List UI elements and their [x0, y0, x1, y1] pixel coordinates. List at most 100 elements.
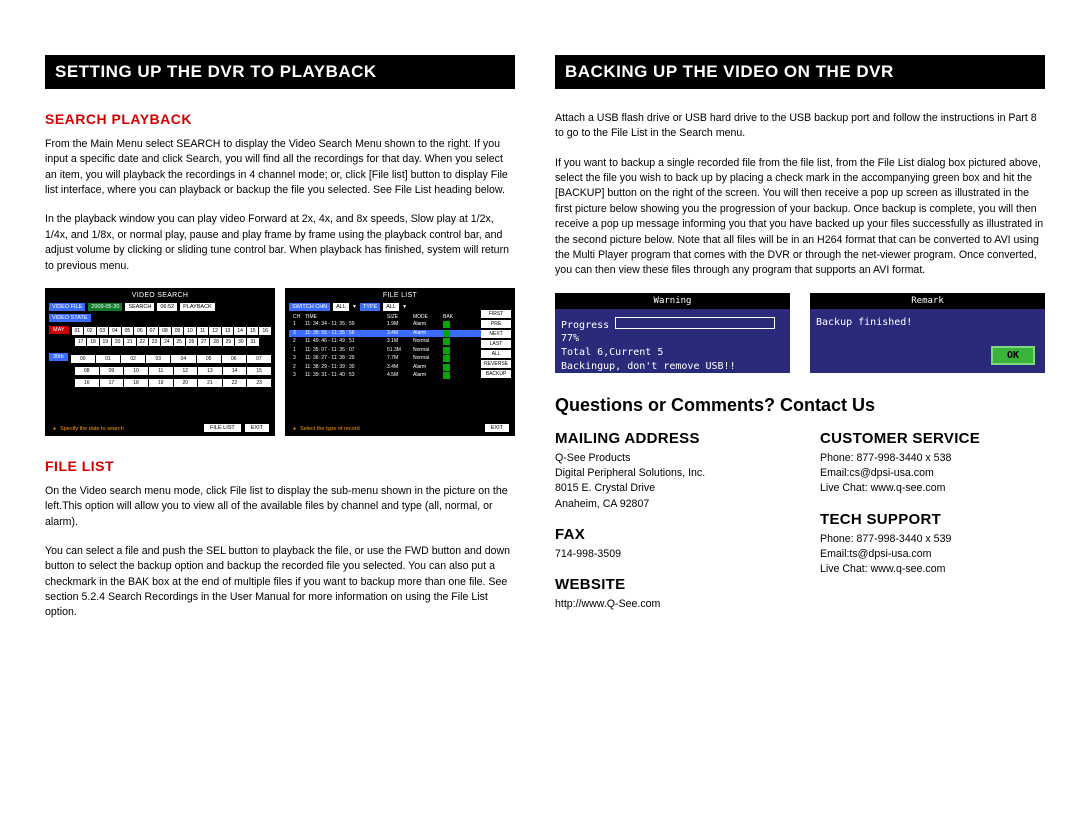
heading-website: WEBSITE	[555, 576, 780, 593]
month-label: MAY	[49, 326, 69, 334]
calendar-cell[interactable]: 10	[184, 327, 196, 335]
file-list-row[interactable]: 311: 39: 31 - 11: 40 : 534.5MAlarm	[289, 372, 511, 379]
side-button[interactable]: LAST	[481, 340, 511, 348]
calendar-cell[interactable]: 16	[259, 327, 271, 335]
bak-checkbox[interactable]	[443, 321, 450, 328]
file-list-button[interactable]: FILE LIST	[204, 424, 241, 432]
file-list-exit-button[interactable]: EXIT	[485, 424, 509, 432]
calendar-cell[interactable]: 22	[223, 379, 247, 387]
calendar-cell[interactable]: 19	[100, 338, 111, 346]
calendar-cell[interactable]: 26	[186, 338, 197, 346]
calendar-cell[interactable]: 14	[234, 327, 246, 335]
backup-finished-msg: Backup finished!	[816, 317, 1039, 328]
calendar-cell[interactable]: 19	[149, 379, 173, 387]
video-search-hint: Specify the date to search	[53, 426, 124, 432]
backup-paragraph-2: If you want to backup a single recorded …	[555, 156, 1045, 279]
calendar-cell[interactable]: 02	[121, 355, 145, 363]
file-list-row[interactable]: 311: 36: 27 - 11: 38 : 297.7MNormal	[289, 355, 511, 362]
calendar-cell[interactable]: 31	[247, 338, 258, 346]
calendar-cell[interactable]: 04	[109, 327, 121, 335]
search-paragraph-1: From the Main Menu select SEARCH to disp…	[45, 137, 515, 198]
file-list-row[interactable]: 111: 34: 34 - 11: 35 : 591.9MAlarm	[289, 321, 511, 328]
file-list-paragraph-2: You can select a file and push the SEL b…	[45, 544, 515, 621]
calendar-cell[interactable]: 18	[124, 379, 148, 387]
calendar-cell[interactable]: 09	[172, 327, 184, 335]
calendar-cell[interactable]: 06	[134, 327, 146, 335]
calendar-cell[interactable]: 03	[146, 355, 170, 363]
calendar-cell[interactable]: 30	[235, 338, 246, 346]
progress-line3: Backingup, don't remove USB!!	[561, 361, 784, 372]
exit-button[interactable]: EXIT	[245, 424, 269, 432]
calendar-cell[interactable]: 10	[124, 367, 148, 375]
calendar-cell[interactable]: 20	[174, 379, 198, 387]
calendar-cell[interactable]: 11	[197, 327, 209, 335]
calendar-cell[interactable]: 13	[198, 367, 222, 375]
calendar-cell[interactable]: 25	[174, 338, 185, 346]
calendar-cell[interactable]: 01	[96, 355, 120, 363]
bak-checkbox[interactable]	[443, 355, 450, 362]
calendar-cell[interactable]: 12	[209, 327, 221, 335]
calendar-cell[interactable]: 13	[222, 327, 234, 335]
bak-checkbox[interactable]	[443, 330, 450, 337]
calendar-cell[interactable]: 09	[100, 367, 124, 375]
calendar-cell[interactable]: 17	[75, 338, 86, 346]
file-list-row[interactable]: 211: 49: 46 - 11: 49 : 513.1MNormal	[289, 338, 511, 345]
file-list-row[interactable]: 311: 35: 55 - 11: 35 : 563.4MAlarm	[289, 330, 511, 337]
calendar-cell[interactable]: 11	[149, 367, 173, 375]
calendar-cell[interactable]: 15	[247, 327, 259, 335]
heading-tech-support: TECH SUPPORT	[820, 511, 1045, 528]
calendar-cell[interactable]: 24	[161, 338, 172, 346]
side-button[interactable]: FIRST	[481, 310, 511, 318]
type-value[interactable]: ALL	[383, 303, 399, 311]
calendar-cell[interactable]: 18	[87, 338, 98, 346]
side-button[interactable]: NEXT	[481, 330, 511, 338]
calendar-cell[interactable]: 17	[100, 379, 124, 387]
calendar-cell[interactable]: 14	[223, 367, 247, 375]
calendar-cell[interactable]: 15	[247, 367, 271, 375]
search-button[interactable]: SEARCH	[125, 303, 154, 311]
side-button[interactable]: ALL	[481, 350, 511, 358]
bak-checkbox[interactable]	[443, 372, 450, 379]
side-button[interactable]: PRE	[481, 320, 511, 328]
thirtieth-label: 30th	[49, 353, 68, 361]
calendar-cell[interactable]: 23	[247, 379, 271, 387]
calendar-cell[interactable]: 03	[97, 327, 109, 335]
calendar-cell[interactable]: 28	[210, 338, 221, 346]
playback-button[interactable]: PLAYBACK	[180, 303, 215, 311]
calendar-cell[interactable]: 08	[159, 327, 171, 335]
ok-button[interactable]: OK	[991, 346, 1035, 365]
search-time: 06:52	[157, 303, 177, 311]
calendar-cell[interactable]: 05	[122, 327, 134, 335]
calendar-cell[interactable]: 05	[197, 355, 221, 363]
side-button[interactable]: REVERSE	[481, 360, 511, 368]
calendar-cell[interactable]: 22	[137, 338, 148, 346]
calendar-cell[interactable]: 21	[198, 379, 222, 387]
side-button[interactable]: BACKUP	[481, 370, 511, 378]
heading-search-playback: SEARCH PLAYBACK	[45, 111, 515, 127]
calendar-cell[interactable]: 21	[124, 338, 135, 346]
switch-chn-value[interactable]: ALL	[333, 303, 349, 311]
bak-checkbox[interactable]	[443, 364, 450, 371]
calendar-cell[interactable]: 23	[149, 338, 160, 346]
calendar-cell[interactable]: 04	[171, 355, 195, 363]
calendar-cell[interactable]: 07	[247, 355, 271, 363]
file-list-row[interactable]: 111: 35: 07 - 11: 35 : 0751.3MNormal	[289, 347, 511, 354]
calendar-cell[interactable]: 27	[198, 338, 209, 346]
file-list-side-buttons: FIRST PRE NEXT LAST ALL REVERSE BACKUP	[481, 310, 511, 378]
calendar-cell[interactable]: 07	[147, 327, 159, 335]
calendar-cell[interactable]: 20	[112, 338, 123, 346]
customer-service-body: Phone: 877-998-3440 x 538 Email:cs@dpsi-…	[820, 451, 1045, 497]
bak-checkbox[interactable]	[443, 347, 450, 354]
calendar-cell[interactable]: 02	[84, 327, 96, 335]
file-list-row[interactable]: 211: 38: 29 - 11: 39 : 303.4MAlarm	[289, 364, 511, 371]
search-paragraph-2: In the playback window you can play vide…	[45, 212, 515, 273]
calendar-cell[interactable]: 00	[71, 355, 95, 363]
calendar-cell[interactable]: 08	[75, 367, 99, 375]
calendar-cell[interactable]: 06	[222, 355, 246, 363]
bak-checkbox[interactable]	[443, 338, 450, 345]
calendar-cell[interactable]: 29	[223, 338, 234, 346]
calendar-cell[interactable]: 01	[72, 327, 84, 335]
hours-row1: 0001020304050607	[71, 355, 271, 363]
calendar-cell[interactable]: 16	[75, 379, 99, 387]
calendar-cell[interactable]: 12	[174, 367, 198, 375]
